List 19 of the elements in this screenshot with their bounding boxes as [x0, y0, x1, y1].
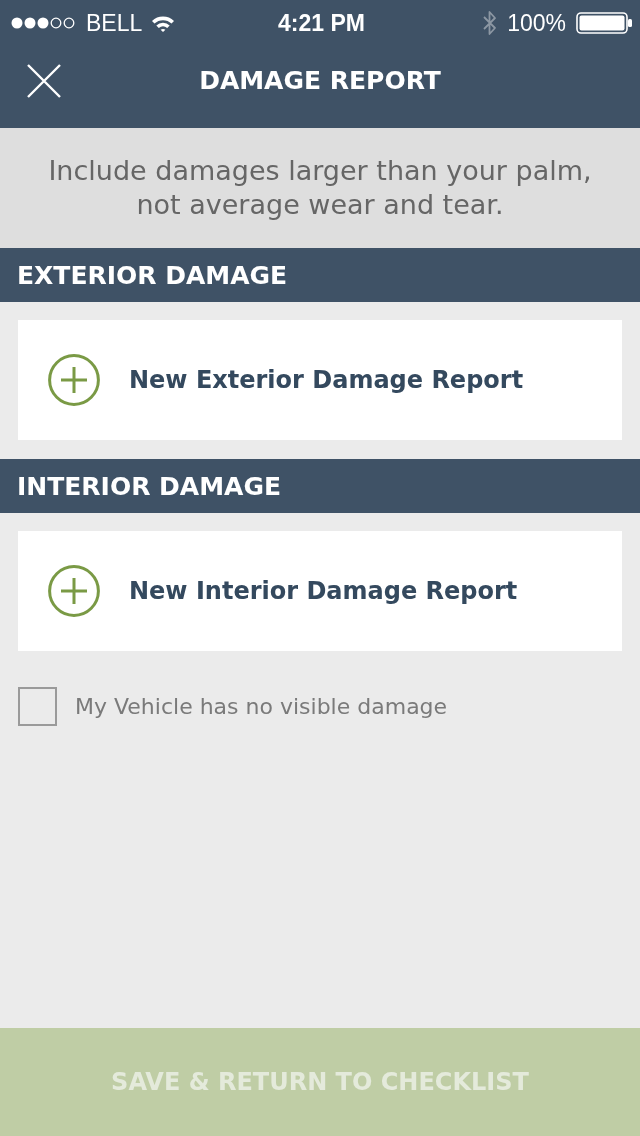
- battery-percent: 100%: [507, 10, 566, 36]
- new-report-button[interactable]: New Exterior Damage Report: [18, 320, 622, 440]
- section-header: INTERIOR DAMAGE: [0, 459, 640, 513]
- plus-circle-icon: [48, 354, 100, 406]
- new-report-button[interactable]: New Interior Damage Report: [18, 531, 622, 651]
- carrier-name: BELL: [86, 10, 143, 36]
- close-button[interactable]: [27, 64, 61, 98]
- battery-icon: [576, 12, 632, 34]
- screen-title: DAMAGE REPORT: [199, 66, 441, 96]
- wifi-icon: [151, 14, 176, 32]
- bluetooth-icon: [483, 10, 498, 36]
- signal-icon: [11, 17, 77, 29]
- plus-circle-icon: [48, 565, 100, 617]
- hint-text: Include damages larger than your palm, not average wear and tear.: [47, 154, 593, 222]
- status-time: 4:21 PM: [278, 10, 365, 36]
- checkbox[interactable]: [18, 687, 57, 726]
- checkbox-label[interactable]: My Vehicle has no visible damage: [75, 694, 448, 719]
- close-icon: [27, 64, 61, 98]
- section-header: EXTERIOR DAMAGE: [0, 248, 640, 302]
